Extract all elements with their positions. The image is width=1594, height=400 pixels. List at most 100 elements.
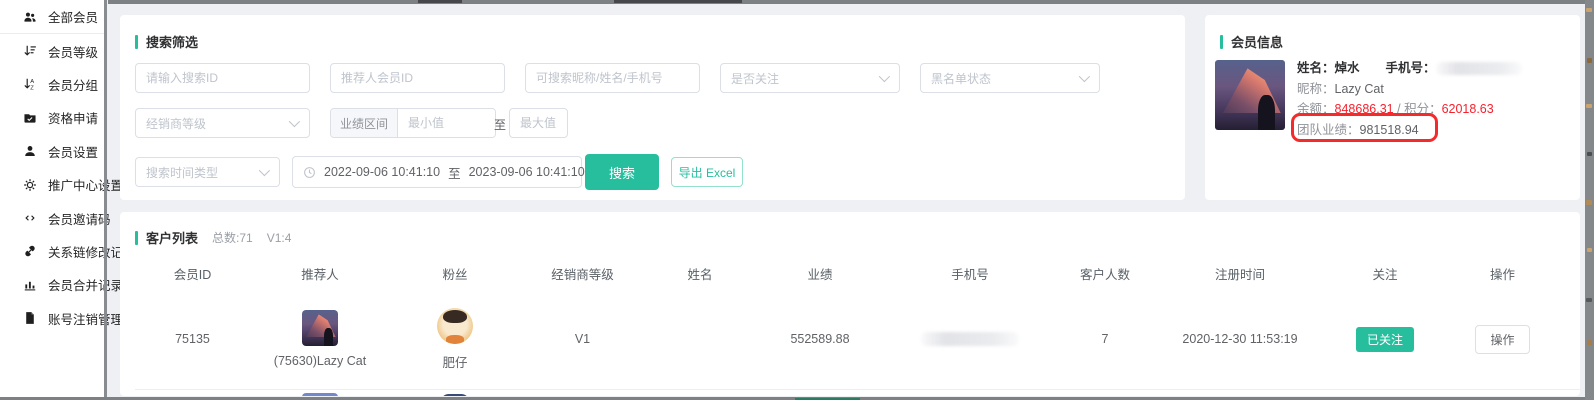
cell-follow: 已关注 xyxy=(1325,289,1445,389)
search-filter-card: 搜索筛选 是否关注 黑名单状态 经销商等级 业绩区间 至 搜索时间类型 2022… xyxy=(120,15,1185,200)
sidebar-item-3[interactable]: 资格申请 xyxy=(0,101,104,134)
column-header-4: 姓名 xyxy=(645,264,755,283)
sidebar-menu: 全部会员会员等级 AZ 会员分组资格申请会员设置推广中心设置会员邀请码关系链修改记录… xyxy=(0,0,104,397)
table-header-row: 会员ID推荐人粉丝经销商等级姓名业绩手机号客户人数注册时间关注操作 xyxy=(135,257,1580,289)
chevron-down-icon xyxy=(879,71,890,82)
bar-chart-icon xyxy=(23,278,37,292)
customer-list-title: 客户列表 xyxy=(146,228,198,247)
link-icon xyxy=(23,244,37,258)
cell-member-id: 75135 xyxy=(135,289,250,389)
performance-range-group: 业绩区间 xyxy=(330,108,496,138)
sidebar-divider-line xyxy=(104,0,107,397)
sidebar-item-label: 账号注销管理 xyxy=(48,309,123,328)
customer-list-card: 客户列表 总数:71 V1:4 会员ID推荐人粉丝经销商等级姓名业绩手机号客户人… xyxy=(120,212,1580,396)
keyword-input[interactable] xyxy=(525,63,700,93)
column-header-8: 注册时间 xyxy=(1155,264,1325,283)
search-button[interactable]: 搜索 xyxy=(585,154,659,190)
column-header-0: 会员ID xyxy=(135,264,250,283)
column-header-9: 关注 xyxy=(1325,264,1445,283)
follow-status-select[interactable]: 是否关注 xyxy=(720,63,900,93)
column-header-6: 手机号 xyxy=(885,264,1055,283)
sidebar-item-1[interactable]: 会员等级 xyxy=(0,34,104,67)
folder-check-icon xyxy=(23,111,37,125)
member-info-lines: 姓名：焯水手机号： 昵称：Lazy Cat 余额：848686.31 / 积分：… xyxy=(1297,58,1522,140)
svg-text:A: A xyxy=(30,80,34,86)
top-edge-strip xyxy=(108,0,1594,4)
referrer-id-input[interactable] xyxy=(330,63,505,93)
filter-section-title: 搜索筛选 xyxy=(146,32,198,51)
sidebar-item-label: 会员分组 xyxy=(48,75,98,94)
blacklist-status-select[interactable]: 黑名单状态 xyxy=(920,63,1100,93)
performance-min-input[interactable] xyxy=(398,109,495,137)
date-separator: 至 xyxy=(448,163,461,182)
sidebar-item-label: 会员等级 xyxy=(48,42,98,61)
next-row-fan-avatar xyxy=(440,394,470,396)
table-row: 75135 (75630)Lazy Cat 肥仔 V1 552589.88 7 … xyxy=(135,289,1580,390)
column-header-3: 经销商等级 xyxy=(520,264,645,283)
date-end-value: 2023-09-06 10:41:10 xyxy=(469,165,585,179)
export-excel-button[interactable]: 导出 Excel xyxy=(671,157,743,187)
cell-register-time: 2020-12-30 11:53:19 xyxy=(1155,289,1325,389)
search-id-input[interactable] xyxy=(135,63,310,93)
sidebar-item-7[interactable]: 关系链修改记录 xyxy=(0,235,104,268)
sidebar-item-label: 会员邀请码 xyxy=(48,209,111,228)
member-info-title: 会员信息 xyxy=(1231,32,1283,51)
sort-alpha-icon: AZ xyxy=(23,77,37,91)
sidebar-item-5[interactable]: 推广中心设置 xyxy=(0,168,104,201)
cell-name xyxy=(645,289,755,389)
member-nickname-line: 昵称：Lazy Cat xyxy=(1297,79,1522,100)
member-balance-line: 余额：848686.31 / 积分：62018.63 xyxy=(1297,99,1522,120)
sidebar-item-4[interactable]: 会员设置 xyxy=(0,135,104,168)
chevron-down-icon xyxy=(289,116,300,127)
sidebar-item-8[interactable]: 会员合并记录 xyxy=(0,268,104,301)
section-accent-bar xyxy=(135,35,138,49)
dealer-level-select[interactable]: 经销商等级 xyxy=(135,108,310,138)
clock-icon xyxy=(303,166,316,179)
section-accent-bar xyxy=(1220,35,1223,49)
chevron-down-icon xyxy=(1079,71,1090,82)
svg-text:Z: Z xyxy=(30,86,34,92)
sidebar-item-label: 会员合并记录 xyxy=(48,275,123,294)
user-icon xyxy=(23,144,37,158)
performance-max-input[interactable] xyxy=(509,108,568,138)
gear-icon xyxy=(23,178,37,192)
users-icon xyxy=(23,10,37,24)
fan-name: 肥仔 xyxy=(442,352,467,371)
member-phone-masked xyxy=(1436,62,1522,75)
cell-referrer: (75630)Lazy Cat xyxy=(250,289,390,389)
sidebar-item-0[interactable]: 全部会员 xyxy=(0,0,104,34)
file-icon xyxy=(23,311,37,325)
sidebar-item-label: 全部会员 xyxy=(48,7,98,26)
sidebar-item-label: 会员设置 xyxy=(48,142,98,161)
sidebar-item-2[interactable]: AZ 会员分组 xyxy=(0,68,104,101)
phone-masked xyxy=(921,332,1019,346)
column-header-7: 客户人数 xyxy=(1055,264,1155,283)
range-to-label: 至 xyxy=(494,116,506,133)
next-row-referrer-avatar xyxy=(302,393,338,396)
column-header-2: 粉丝 xyxy=(390,264,520,283)
cell-phone xyxy=(885,289,1055,389)
date-range-picker[interactable]: 2022-09-06 10:41:10 至 2023-09-06 10:41:1… xyxy=(292,156,582,188)
search-time-type-select[interactable]: 搜索时间类型 xyxy=(135,157,280,187)
sidebar-item-6[interactable]: 会员邀请码 xyxy=(0,201,104,234)
code-icon xyxy=(23,211,37,225)
cell-customer-count: 7 xyxy=(1055,289,1155,389)
minimap-strip xyxy=(1585,0,1594,400)
section-accent-bar xyxy=(135,231,138,245)
chevron-down-icon xyxy=(259,165,270,176)
referrer-name: (75630)Lazy Cat xyxy=(274,354,366,368)
column-header-1: 推荐人 xyxy=(250,264,390,283)
sidebar-item-9[interactable]: 账号注销管理 xyxy=(0,302,104,335)
row-action-button[interactable]: 操作 xyxy=(1475,325,1529,354)
member-avatar xyxy=(1215,60,1285,130)
member-info-card: 会员信息 姓名：焯水手机号： 昵称：Lazy Cat 余额：848686.31 … xyxy=(1205,15,1580,200)
sidebar-item-label: 资格申请 xyxy=(48,108,98,127)
sort-amount-icon xyxy=(23,44,37,58)
cell-performance: 552589.88 xyxy=(755,289,885,389)
cell-fan: 肥仔 xyxy=(390,289,520,389)
followed-badge: 已关注 xyxy=(1356,327,1414,352)
column-header-5: 业绩 xyxy=(755,264,885,283)
fan-avatar xyxy=(437,308,473,344)
cell-action: 操作 xyxy=(1445,289,1560,389)
customer-v1-count: V1:4 xyxy=(267,231,292,245)
